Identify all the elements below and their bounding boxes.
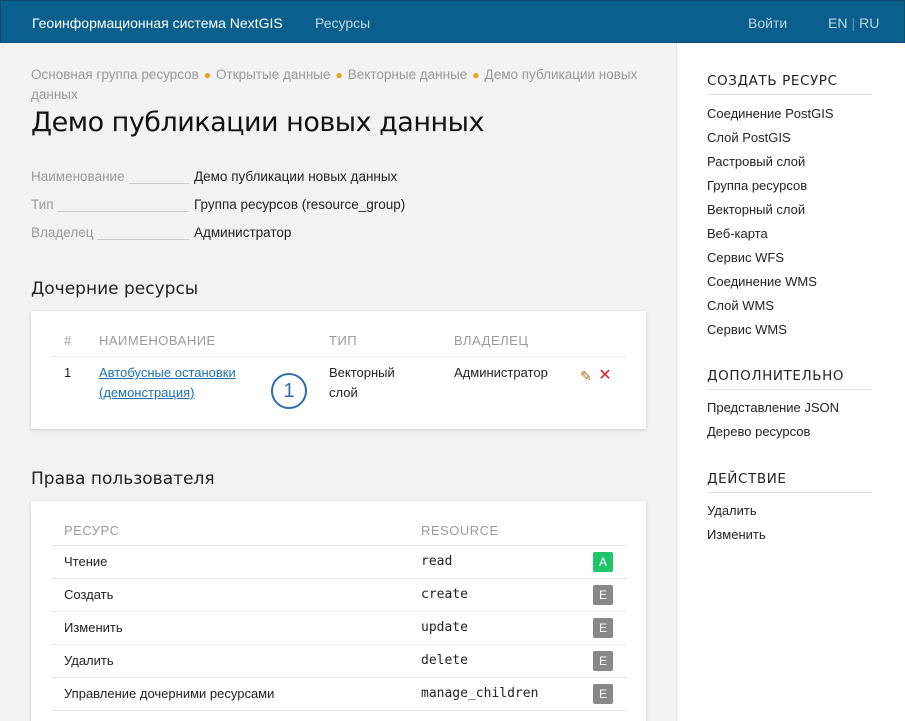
breadcrumb-item[interactable]: Открытые данные <box>216 67 330 82</box>
sidebar-item-wms-layer[interactable]: Слой WMS <box>707 298 774 313</box>
property-divider <box>57 211 189 212</box>
lang-separator: | <box>851 15 856 31</box>
permission-code: update <box>421 620 468 635</box>
permission-name: Удалить <box>64 653 114 668</box>
column-header-resource: РЕСУРС <box>64 523 120 538</box>
sidebar-item-resource-group[interactable]: Группа ресурсов <box>707 178 807 193</box>
sidebar-heading-create: СОЗДАТЬ РЕСУРС <box>707 73 872 95</box>
login-link[interactable]: Войти <box>748 15 787 31</box>
breadcrumb: Основная группа ресурсов ● Открытые данные… <box>31 65 641 105</box>
children-table: # НАИМЕНОВАНИЕ ТИП ВЛАДЕЛЕЦ 1 Автобусные… <box>31 311 646 429</box>
type-line1: Векторный <box>329 365 395 380</box>
property-row: Наименование Демо публикации новых данны… <box>31 169 451 197</box>
permission-row: Чтение read A <box>52 545 627 578</box>
property-value: Демо публикации новых данных <box>194 169 398 184</box>
property-value: Группа ресурсов (resource_group) <box>194 197 406 212</box>
permission-badge: E <box>593 618 613 638</box>
permission-code: manage_children <box>421 686 539 701</box>
permission-badge: E <box>593 651 613 671</box>
permission-badge: A <box>593 552 613 572</box>
top-navbar: Геоинформационная система NextGIS Ресурс… <box>0 0 905 43</box>
breadcrumb-separator: ● <box>203 68 212 82</box>
permission-code: delete <box>421 653 468 668</box>
delete-icon[interactable]: ✕ <box>597 368 613 384</box>
lang-en-link[interactable]: EN <box>828 15 847 31</box>
permission-name: Чтение <box>64 554 108 569</box>
permission-row: Создать create E <box>52 578 627 611</box>
sidebar-heading-action: ДЕЙСТВИЕ <box>707 471 872 493</box>
property-value: Администратор <box>194 225 292 240</box>
breadcrumb-item[interactable]: Векторные данные <box>348 67 468 82</box>
brand-title[interactable]: Геоинформационная система NextGIS <box>32 15 283 31</box>
column-header-code: RESOURCE <box>421 523 499 538</box>
sidebar-item-web-map[interactable]: Веб-карта <box>707 226 768 241</box>
permission-name: Изменить <box>64 620 123 635</box>
permission-code: create <box>421 587 468 602</box>
property-key: Владелец <box>31 225 98 240</box>
sidebar-item-delete[interactable]: Удалить <box>707 503 757 518</box>
sidebar-item-wms-connection[interactable]: Соединение WMS <box>707 274 817 289</box>
row-number: 1 <box>64 365 72 380</box>
sidebar-item-edit[interactable]: Изменить <box>707 527 766 542</box>
permission-badge: E <box>593 585 613 605</box>
permission-name: Управление дочерними ресурсами <box>64 686 275 701</box>
sidebar: СОЗДАТЬ РЕСУРС Соединение PostGIS Слой P… <box>676 43 905 721</box>
type-line2: слой <box>329 385 358 400</box>
property-divider <box>95 239 189 240</box>
property-row: Тип Группа ресурсов (resource_group) <box>31 197 451 225</box>
property-key: Тип <box>31 197 58 212</box>
child-resource-owner: Администратор <box>454 365 548 380</box>
page-title: Демо публикации новых данных <box>31 107 484 138</box>
sidebar-heading-extra: ДОПОЛНИТЕЛЬНО <box>707 368 872 390</box>
sidebar-item-wfs-service[interactable]: Сервис WFS <box>707 250 784 265</box>
column-header-num: # <box>64 333 72 348</box>
permission-name: Создать <box>64 587 114 602</box>
permission-badge: E <box>593 684 613 704</box>
sidebar-item-vector-layer[interactable]: Векторный слой <box>707 202 805 217</box>
permission-row: Удалить delete E <box>52 644 627 677</box>
permissions-table: РЕСУРС RESOURCE Чтение read A Создать cr… <box>31 501 646 721</box>
main-content: Основная группа ресурсов ● Открытые данные… <box>0 43 676 721</box>
edit-icon[interactable]: ✎ <box>578 368 594 384</box>
children-section-title: Дочерние ресурсы <box>31 279 199 299</box>
child-resource-link[interactable]: Автобусные остановки (демонстрация) <box>99 363 236 403</box>
column-header-name: НАИМЕНОВАНИЕ <box>99 333 216 348</box>
property-key: Наименование <box>31 169 129 184</box>
lang-ru-link[interactable]: RU <box>859 15 879 31</box>
property-divider <box>126 183 189 184</box>
nav-resources-link[interactable]: Ресурсы <box>315 15 370 31</box>
child-resource-link-line1[interactable]: Автобусные остановки <box>99 365 236 380</box>
sidebar-item-json-view[interactable]: Представление JSON <box>707 400 839 415</box>
permissions-section-title: Права пользователя <box>31 469 215 489</box>
permission-row: Управление дочерними ресурсами manage_ch… <box>52 677 627 710</box>
permission-code: read <box>421 554 453 569</box>
permission-row: Изменить update E <box>52 611 627 644</box>
child-resource-type: Векторный слой <box>329 363 395 403</box>
sidebar-item-resource-tree[interactable]: Дерево ресурсов <box>707 424 810 439</box>
column-header-owner: ВЛАДЕЛЕЦ <box>454 333 529 348</box>
breadcrumb-separator: ● <box>335 68 343 82</box>
breadcrumb-separator: ● <box>472 68 480 82</box>
table-divider <box>52 356 627 357</box>
language-switcher: EN | RU <box>828 15 879 31</box>
sidebar-item-postgis-connection[interactable]: Соединение PostGIS <box>707 106 834 121</box>
sidebar-item-raster-layer[interactable]: Растровый слой <box>707 154 805 169</box>
properties-list: Наименование Демо публикации новых данны… <box>31 169 451 253</box>
sidebar-item-postgis-layer[interactable]: Слой PostGIS <box>707 130 791 145</box>
sidebar-item-wms-service[interactable]: Сервис WMS <box>707 322 787 337</box>
child-resource-link-line2[interactable]: (демонстрация) <box>99 385 194 400</box>
column-header-type: ТИП <box>329 333 358 348</box>
callout-marker: 1 <box>271 373 307 409</box>
breadcrumb-item[interactable]: Основная группа ресурсов <box>31 67 199 82</box>
property-row: Владелец Администратор <box>31 225 451 253</box>
table-divider <box>52 710 627 711</box>
